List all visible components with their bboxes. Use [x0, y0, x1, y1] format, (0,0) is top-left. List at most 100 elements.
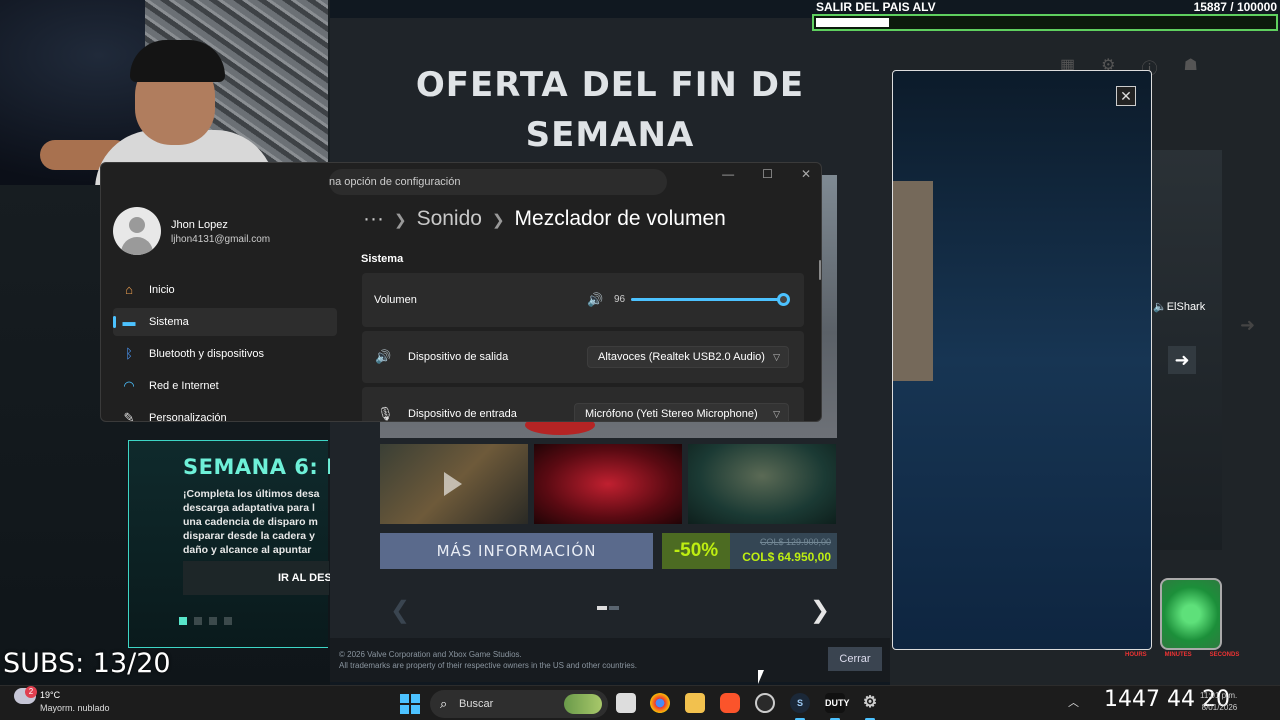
promo-dot[interactable]	[179, 617, 187, 625]
chevron-left-icon[interactable]: ❮	[390, 596, 410, 625]
input-device-card: 🎙 Dispositivo de entrada Micrófono (Yeti…	[362, 387, 804, 421]
close-icon[interactable]: ✕	[1116, 86, 1136, 106]
maximize-icon[interactable]: ☐	[762, 167, 773, 181]
promo-line: daño y alcance al apuntar	[183, 544, 312, 556]
sidebar-item-label: Sistema	[149, 316, 189, 328]
promo-dot[interactable]	[224, 617, 232, 625]
start-tile	[411, 705, 420, 714]
breadcrumb-more[interactable]: ···	[363, 207, 384, 230]
player-name-label: ElShark	[1166, 301, 1206, 313]
timer-labels: HOURS MINUTES SECONDS	[1125, 652, 1239, 658]
close-button[interactable]: Cerrar	[828, 647, 882, 671]
arrow-right-icon[interactable]: ➜	[1168, 346, 1196, 374]
chevron-down-icon: ▽	[773, 352, 780, 362]
volume-label: Volumen	[374, 294, 417, 306]
promo-dot[interactable]	[194, 617, 202, 625]
sidebar-item-label: Bluetooth y dispositivos	[149, 348, 264, 360]
sidebar-item-red[interactable]: ◠ Red e Internet	[113, 372, 337, 400]
price-box[interactable]: -50% COL$ 129.900,00 COL$ 64.950,00	[662, 533, 837, 569]
thumbnail-image[interactable]	[534, 444, 682, 524]
volume-slider[interactable]	[631, 293, 790, 306]
chevron-up-icon[interactable]: ︿	[1068, 694, 1079, 710]
input-device-label: Dispositivo de entrada	[408, 408, 517, 420]
taskbar-search[interactable]: ⌕ Buscar	[430, 690, 608, 718]
timer-label: HOURS	[1125, 652, 1147, 658]
taskbar: 2 19°C Mayorm. nublado ⌕ Buscar S DUTY ⚙…	[0, 685, 1280, 720]
user-email: ljhon4131@gmail.com	[171, 234, 271, 245]
steam-icon[interactable]: S	[790, 693, 810, 720]
sidebar-item-personalizacion[interactable]: ✎ Personalización	[113, 404, 337, 422]
output-device-card: 🔊 Dispositivo de salida Altavoces (Realt…	[362, 331, 804, 383]
home-icon: ⌂	[125, 282, 133, 297]
output-device-value: Altavoces (Realtek USB2.0 Audio)	[598, 351, 765, 363]
settings-window: na opción de configuración — ☐ ✕ Jhon Lo…	[100, 162, 822, 422]
start-tile	[400, 694, 409, 703]
speaker-icon: 🔊	[375, 349, 392, 364]
breadcrumb: ··· ❯ Sonido ❯ Mezclador de volumen	[363, 207, 726, 231]
page-dot[interactable]	[597, 606, 607, 610]
windows-start-icon[interactable]	[400, 694, 420, 714]
sidebar-item-label: Personalización	[149, 412, 227, 422]
more-info-button[interactable]: MÁS INFORMACIÓN	[380, 533, 653, 569]
breadcrumb-separator: ❯	[393, 212, 407, 229]
season-promo-button[interactable]: IR AL DES	[183, 561, 332, 595]
brave-icon[interactable]	[720, 693, 740, 713]
volume-slider-thumb[interactable]	[776, 293, 790, 306]
taskbar-search-label: Buscar	[459, 698, 494, 710]
task-view-icon[interactable]	[616, 693, 636, 713]
brush-icon: ✎	[123, 410, 135, 422]
subs-counter: SUBS: 13/20	[3, 648, 171, 679]
start-tile	[411, 694, 420, 703]
volume-value: 96	[614, 294, 626, 305]
volume-card: Volumen 🔊 96	[362, 273, 804, 327]
sidebar-item-sistema[interactable]: ▬ Sistema	[113, 308, 337, 336]
scrollbar[interactable]	[819, 260, 821, 280]
goal-progress-bar	[812, 14, 1278, 31]
goal-count: 15887 / 100000	[1193, 0, 1277, 14]
chrome-icon[interactable]	[650, 693, 670, 713]
chevron-down-icon: ▽	[773, 409, 780, 419]
folder-icon[interactable]	[685, 693, 705, 713]
callofduty-icon[interactable]: DUTY	[825, 693, 850, 720]
game-popup	[892, 70, 1152, 650]
minimize-icon[interactable]: —	[722, 167, 734, 181]
close-icon[interactable]: ✕	[801, 167, 811, 181]
section-title: Sistema	[361, 253, 404, 265]
clock-time: 11:01 p.m.	[1200, 691, 1238, 700]
speaker-icon[interactable]: 🔊	[587, 292, 603, 308]
sidebar-item-bluetooth[interactable]: ᛒ Bluetooth y dispositivos	[113, 340, 337, 368]
promo-dot[interactable]	[209, 617, 217, 625]
promo-line: una cadencia de disparo m	[183, 516, 318, 528]
avatar-body	[121, 237, 153, 255]
start-tile	[400, 705, 409, 714]
thumbnail-video[interactable]	[380, 444, 528, 524]
sidebar-item-inicio[interactable]: ⌂ Inicio	[113, 276, 337, 304]
webcam-feed	[0, 0, 328, 185]
player-name: 🔈ElShark	[1153, 300, 1205, 313]
avatar-head	[129, 217, 145, 233]
mouse-cursor	[758, 670, 764, 684]
avatar[interactable]	[113, 207, 161, 255]
game-card-art	[893, 181, 933, 381]
thumbnail-image[interactable]	[688, 444, 836, 524]
weather-temp[interactable]: 19°C	[40, 690, 60, 700]
weather-desc[interactable]: Mayorm. nublado	[40, 703, 110, 713]
offer-title: OFERTA DEL FIN DE SEMANA	[415, 65, 805, 155]
gear-icon[interactable]: ⚙	[860, 693, 880, 720]
breadcrumb-parent[interactable]: Sonido	[417, 207, 482, 230]
settings-search-input[interactable]: na opción de configuración	[329, 169, 667, 195]
page-title: Mezclador de volumen	[514, 207, 726, 230]
input-device-select[interactable]: Micrófono (Yeti Stereo Microphone) ▽	[574, 403, 789, 421]
user-icon[interactable]: ☗	[1183, 55, 1197, 79]
arrow-right-dim-icon[interactable]: ➜	[1240, 315, 1255, 336]
page-dot[interactable]	[609, 606, 619, 610]
speaker-icon: 🔈	[1153, 301, 1167, 313]
output-device-select[interactable]: Altavoces (Realtek USB2.0 Audio) ▽	[587, 346, 789, 368]
chevron-right-icon[interactable]: ❯	[810, 596, 830, 625]
app-icon[interactable]	[755, 693, 775, 713]
promo-line: descarga adaptativa para l	[183, 502, 315, 514]
play-icon	[444, 472, 462, 496]
clock[interactable]: 11:01 p.m. 8/01/2026	[1200, 690, 1237, 714]
offer-thumbnails	[380, 444, 836, 524]
promo-line: disparar desde la cadera y	[183, 530, 315, 542]
